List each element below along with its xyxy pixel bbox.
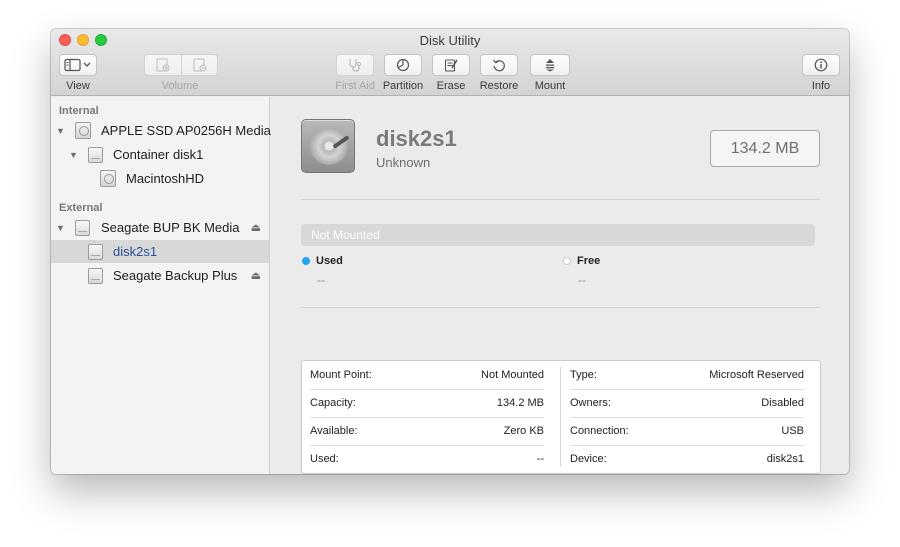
sidebar-section-internal: Internal [59, 105, 99, 117]
volume-format: Unknown [376, 155, 431, 170]
sidebar-item-label: Seagate BUP BK Media [101, 220, 240, 235]
sidebar-item-apple-ssd[interactable]: ▼ APPLE SSD AP0256H Media [51, 119, 271, 142]
sidebar: Internal ▼ APPLE SSD AP0256H Media ▼ Con… [51, 97, 271, 474]
info-key: Capacity: [310, 397, 356, 409]
main-pane: disk2s1 Unknown 134.2 MB Not Mounted Use… [271, 97, 849, 474]
partition-button[interactable] [384, 54, 422, 76]
add-volume-button[interactable] [145, 55, 181, 75]
info-row-available: Available: Zero KB [302, 417, 552, 445]
disk-utility-window: Disk Utility View Volume First Aid Parti… [51, 29, 849, 474]
mount-button[interactable] [530, 54, 570, 76]
info-value: disk2s1 [766, 453, 804, 465]
window-title: Disk Utility [419, 33, 481, 48]
free-color-swatch [563, 257, 571, 265]
divider [301, 307, 820, 308]
disclosure-triangle-icon[interactable]: ▼ [56, 223, 65, 233]
sidebar-item-label: disk2s1 [113, 244, 158, 259]
info-key: Mount Point: [310, 369, 372, 381]
toolbar: Disk Utility View Volume First Aid Parti… [51, 29, 849, 96]
info-key: Connection: [570, 425, 629, 437]
volume-segmented-control[interactable] [144, 54, 218, 76]
info-row-connection: Connection: USB [562, 417, 812, 445]
sidebar-item-macintoshhd[interactable]: MacintoshHD [51, 167, 269, 190]
usage-bar: Not Mounted [301, 224, 815, 246]
info-row-type: Type: Microsoft Reserved [562, 361, 812, 389]
info-value: Not Mounted [481, 369, 544, 381]
restore-button[interactable] [480, 54, 518, 76]
info-key: Device: [570, 453, 607, 465]
info-column-left: Mount Point: Not Mounted Capacity: 134.2… [302, 361, 552, 473]
info-value: USB [781, 425, 804, 437]
used-label: Used [316, 255, 343, 267]
info-button[interactable] [802, 54, 840, 76]
hard-disk-icon [301, 119, 355, 173]
eject-icon[interactable]: ⏏ [251, 221, 261, 234]
partition-volume-icon [88, 244, 103, 260]
info-row-capacity: Capacity: 134.2 MB [302, 389, 552, 417]
info-key: Used: [310, 453, 339, 465]
info-value: Microsoft Reserved [709, 369, 804, 381]
erase-button[interactable] [432, 54, 470, 76]
column-divider [560, 367, 561, 467]
sidebar-item-seagate-bup-bk[interactable]: ▼ Seagate BUP BK Media ⏏ [51, 216, 269, 239]
view-label: View [66, 80, 90, 92]
remove-volume-button[interactable] [181, 55, 217, 75]
restore-icon [493, 59, 505, 72]
info-key: Available: [310, 425, 358, 437]
info-value: -- [536, 453, 544, 465]
used-color-swatch [302, 257, 310, 265]
internal-disk-icon [75, 122, 91, 139]
disclosure-triangle-icon[interactable]: ▼ [56, 126, 65, 136]
view-button[interactable] [59, 54, 97, 76]
mount-label: Mount [534, 80, 566, 92]
info-key: Type: [570, 369, 597, 381]
sidebar-item-disk2s1[interactable]: disk2s1 [51, 240, 269, 263]
sidebar-item-label: Container disk1 [113, 147, 204, 162]
sidebar-item-label: MacintoshHD [126, 171, 205, 186]
remove-volume-icon [193, 58, 206, 72]
sidebar-section-external: External [59, 202, 103, 214]
divider [301, 199, 820, 200]
info-label: Info [811, 80, 831, 92]
info-value: 134.2 MB [496, 397, 544, 409]
volume-icon [100, 170, 116, 187]
stethoscope-icon [349, 59, 362, 72]
volume-name: disk2s1 [376, 126, 457, 151]
info-value: Disabled [761, 397, 804, 409]
mount-icon [546, 59, 554, 72]
free-label: Free [577, 255, 601, 267]
partition-icon [396, 58, 410, 72]
usage-bar-label: Not Mounted [311, 228, 380, 242]
external-volume-icon [88, 268, 103, 284]
info-row-used: Used: -- [302, 445, 552, 473]
sidebar-item-label: APPLE SSD AP0256H Media [101, 123, 271, 138]
sidebar-item-seagate-backup-plus[interactable]: Seagate Backup Plus ⏏ [51, 264, 269, 287]
used-value: -- [317, 273, 325, 287]
info-column-right: Type: Microsoft Reserved Owners: Disable… [562, 361, 812, 473]
volume-label: Volume [161, 80, 199, 92]
add-volume-icon [156, 58, 170, 72]
disclosure-triangle-icon[interactable]: ▼ [69, 150, 78, 160]
eject-icon[interactable]: ⏏ [251, 269, 261, 282]
sidebar-item-label: Seagate Backup Plus [113, 268, 238, 283]
capacity-display: 134.2 MB [710, 130, 820, 167]
info-icon [814, 58, 828, 72]
info-key: Owners: [570, 397, 611, 409]
free-value: -- [578, 273, 586, 287]
erase-icon [444, 59, 458, 72]
info-row-device: Device: disk2s1 [562, 445, 812, 473]
info-table: Mount Point: Not Mounted Capacity: 134.2… [301, 360, 821, 474]
info-row-owners: Owners: Disabled [562, 389, 812, 417]
info-row-mount-point: Mount Point: Not Mounted [302, 361, 552, 389]
external-disk-icon [75, 220, 90, 236]
sidebar-item-container-disk1[interactable]: ▼ Container disk1 [51, 143, 269, 166]
container-icon [88, 147, 103, 163]
free-legend: Free [563, 255, 600, 267]
sidebar-view-icon [64, 58, 91, 72]
info-value: Zero KB [503, 425, 544, 437]
used-legend: Used [302, 255, 343, 267]
first-aid-button[interactable] [336, 54, 374, 76]
